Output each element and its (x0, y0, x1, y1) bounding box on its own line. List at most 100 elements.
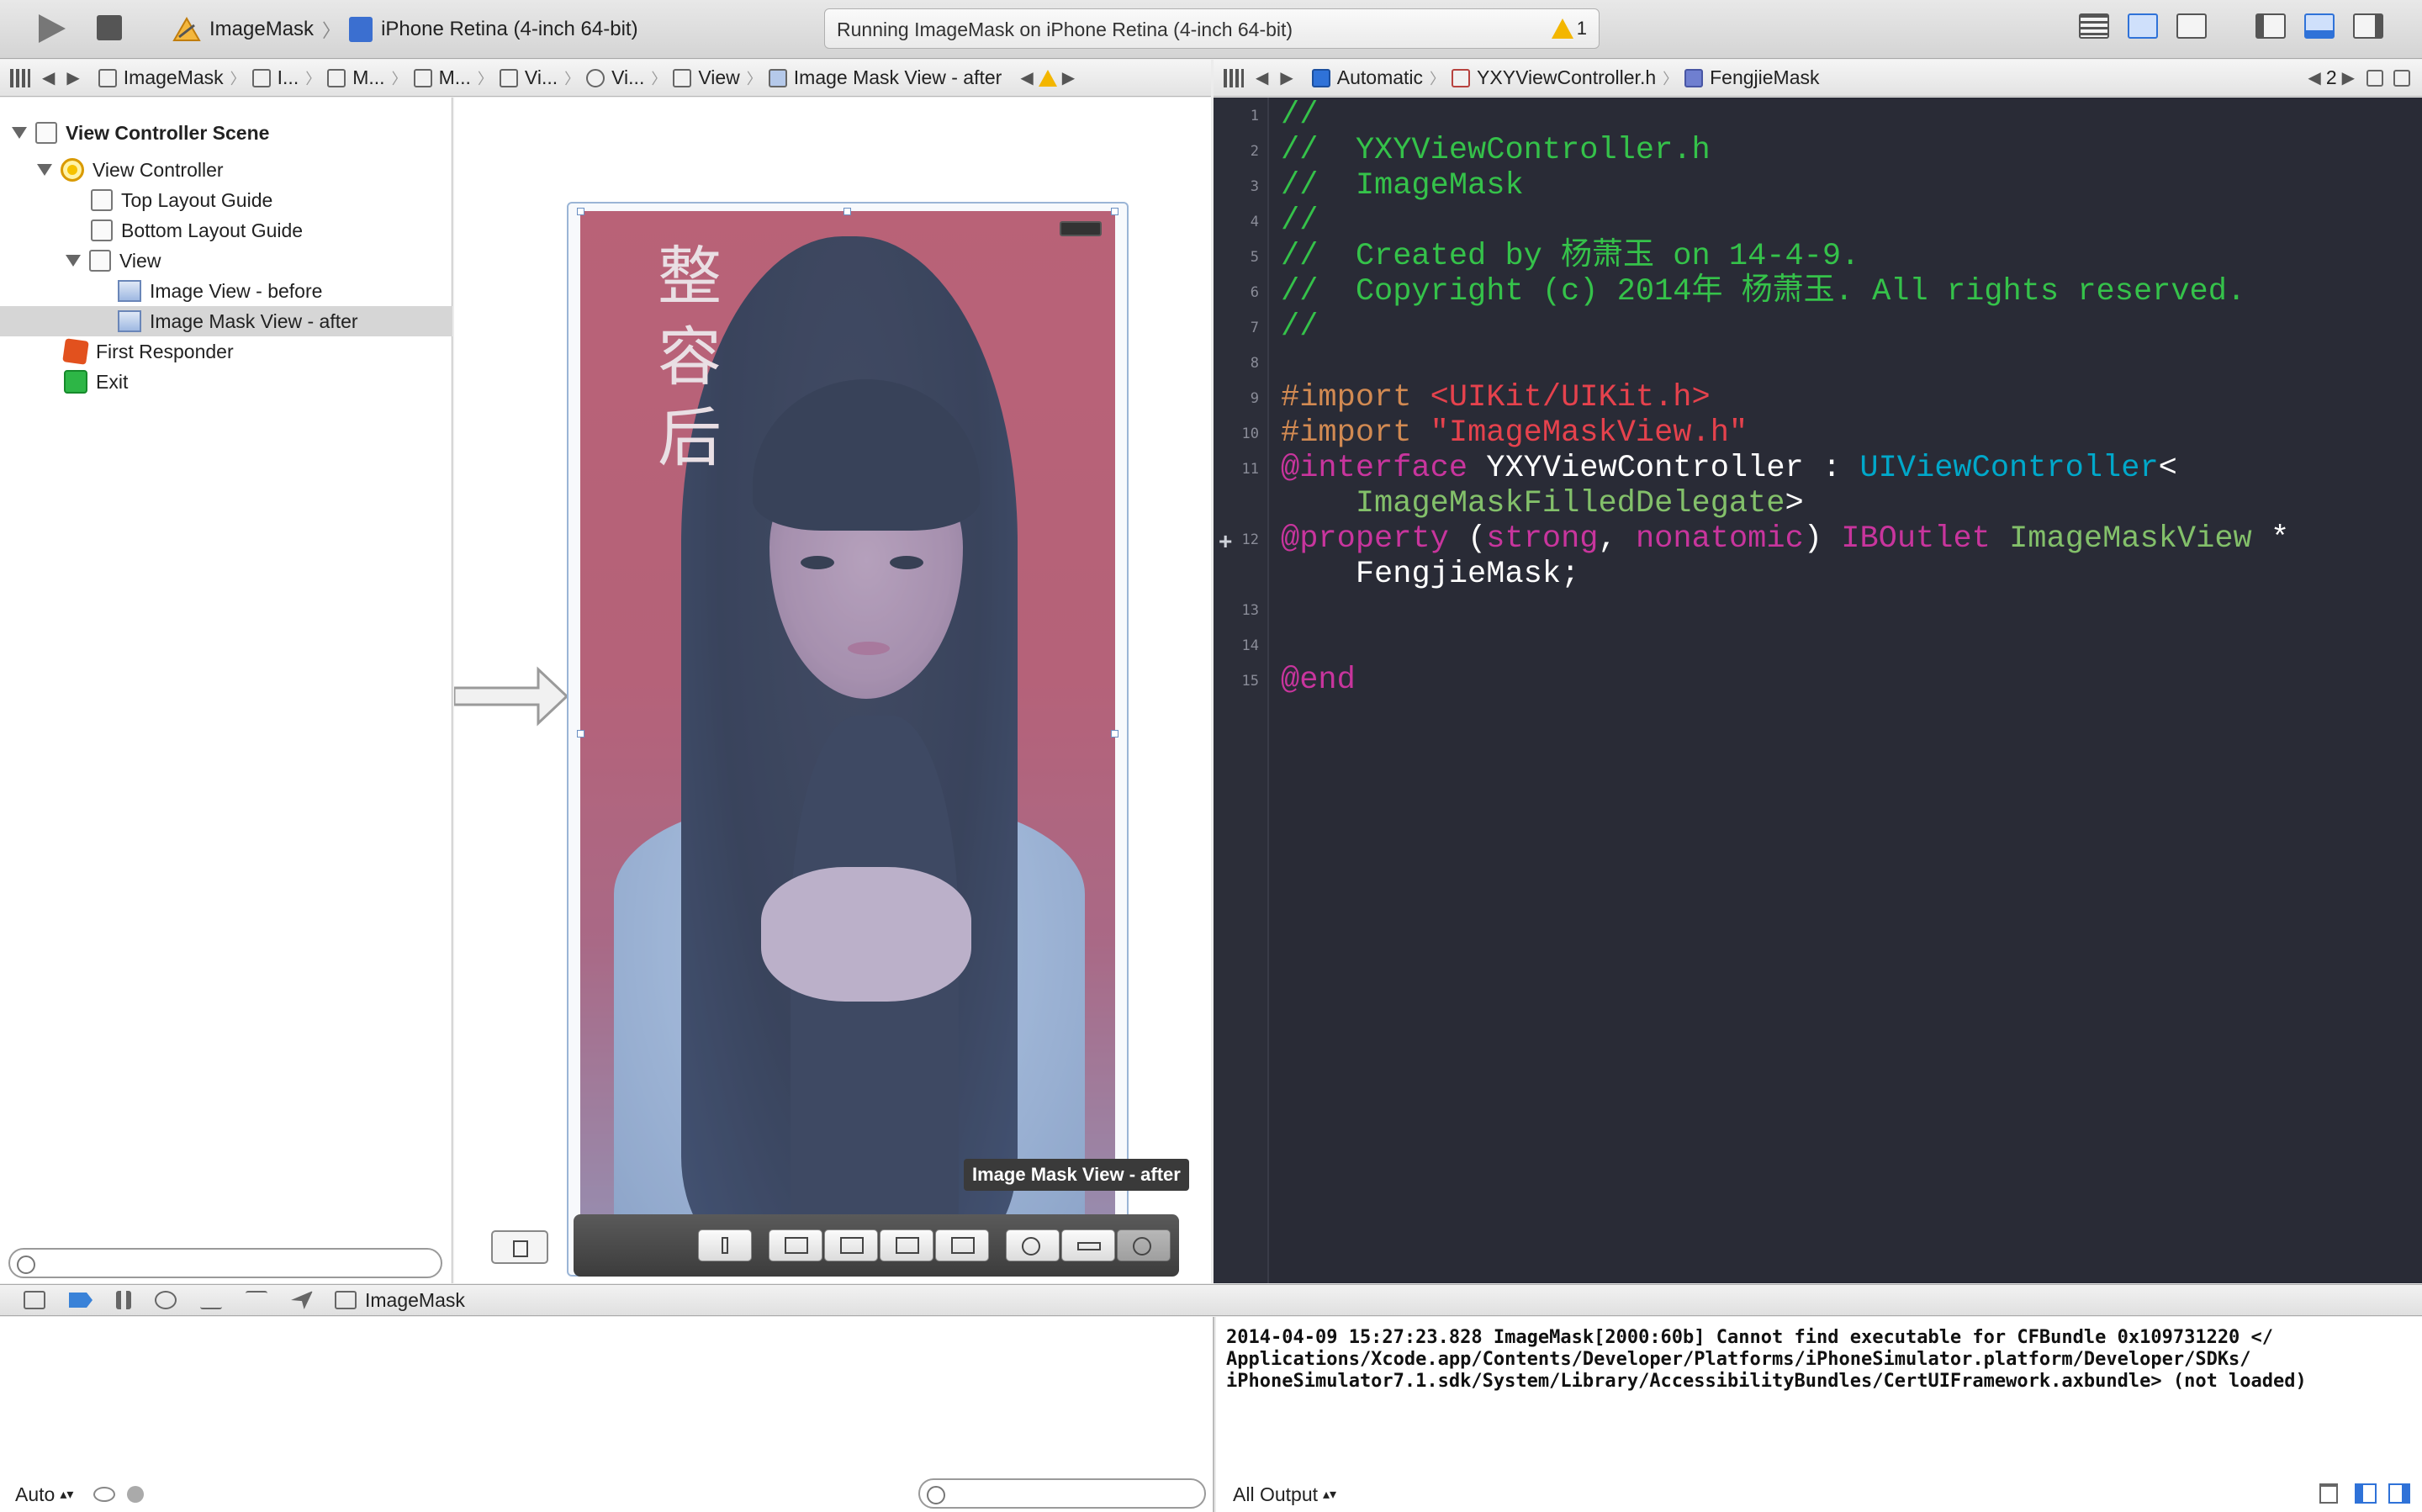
code-punct: < (2158, 451, 2177, 486)
constraint-toggle-button[interactable] (698, 1229, 752, 1261)
code-punct: ( (1467, 521, 1487, 557)
related-items-icon[interactable] (1224, 68, 1244, 87)
line-number: 14 (1241, 637, 1259, 654)
console-view[interactable]: 2014-04-09 15:27:23.828 ImageMask[2000:6… (1216, 1317, 2422, 1512)
split-left-icon[interactable] (2355, 1483, 2377, 1504)
line-number: 11 (1241, 461, 1259, 478)
eye-icon[interactable] (93, 1487, 116, 1502)
xcode-window: ImageMask 〉 iPhone Retina (4-inch 64-bit… (0, 0, 2422, 1512)
close-editor-icon[interactable] (2393, 69, 2410, 87)
storyboard-canvas[interactable]: 整容后 (454, 98, 1211, 1283)
outline-view[interactable]: View (66, 246, 161, 276)
navigator-toggle[interactable] (2255, 13, 2289, 44)
resize-handle[interactable] (1111, 730, 1118, 737)
device-name: iPhone Retina (4-inch 64-bit) (381, 18, 638, 40)
related-items-icon[interactable] (10, 68, 30, 87)
chevron-right-icon: 〉 (230, 70, 246, 87)
warning-indicator[interactable]: 1 (1551, 18, 1587, 40)
resizing-button[interactable] (935, 1229, 989, 1261)
run-icon[interactable] (34, 12, 69, 45)
code-protocol: ImageMaskFilledDelegate (1355, 486, 1785, 521)
breakpoints-toggle-icon[interactable] (69, 1293, 93, 1308)
location-icon[interactable] (291, 1291, 313, 1309)
resolve-button[interactable] (880, 1229, 933, 1261)
outline-bottom-layout-guide[interactable]: Bottom Layout Guide (91, 215, 303, 246)
step-into-icon[interactable] (200, 1291, 222, 1309)
back-arrow-icon[interactable]: ◀ (1244, 67, 1280, 88)
previous-issue-icon[interactable]: ◀ (1008, 67, 1038, 88)
jump-item-property[interactable]: FengjieMask (1678, 66, 1826, 89)
align-button[interactable] (769, 1229, 822, 1261)
trash-icon[interactable] (2319, 1483, 2338, 1504)
previous-counterpart-icon[interactable]: ◀ (2303, 67, 2325, 88)
version-editor-button[interactable] (2176, 13, 2210, 44)
zoom-actual-button[interactable] (1061, 1229, 1115, 1261)
hide-debug-area-icon[interactable] (24, 1291, 45, 1309)
pin-button[interactable] (824, 1229, 878, 1261)
disclosure-triangle-icon[interactable] (66, 255, 81, 267)
outline-first-responder[interactable]: First Responder (62, 336, 234, 367)
outline-view-controller[interactable]: View Controller (37, 155, 224, 185)
debug-area-toggle[interactable] (2304, 13, 2338, 44)
code-variable: FengjieMask; (1355, 557, 1580, 592)
disclosure-triangle-icon[interactable] (37, 164, 52, 176)
image-mask-view[interactable]: 整容后 (580, 211, 1115, 1259)
stop-button[interactable] (97, 15, 122, 40)
jump-item-controller[interactable]: Vi... (579, 66, 651, 89)
split-right-icon[interactable] (2388, 1483, 2410, 1504)
scheme-selector[interactable]: ImageMask 〉 iPhone Retina (4-inch 64-bit… (172, 15, 638, 44)
outline-exit[interactable]: Exit (64, 367, 128, 397)
console-scope-popup[interactable]: All Output ▴▾ (1233, 1477, 1336, 1512)
line-number: 13 (1241, 602, 1259, 619)
jump-item-view[interactable]: View (666, 66, 746, 89)
outline-top-layout-guide[interactable]: Top Layout Guide (91, 185, 272, 215)
code-string: <UIKit/UIKit.h> (1430, 380, 1711, 415)
source-editor[interactable]: 1 2 3 4 5 6 7 8 9 10 11 12 13 14 15 + //… (1214, 98, 2422, 1283)
resize-handle[interactable] (577, 730, 584, 737)
entry-point-arrow-icon (454, 666, 569, 727)
resize-handle[interactable] (843, 208, 851, 215)
variables-filter-field[interactable] (918, 1478, 1206, 1509)
resize-handle[interactable] (577, 208, 584, 215)
pause-icon[interactable] (116, 1291, 131, 1309)
info-icon[interactable] (127, 1486, 145, 1503)
zoom-out-button[interactable] (1006, 1229, 1060, 1261)
scheme-name: ImageMask (209, 18, 315, 40)
step-out-icon[interactable] (246, 1291, 267, 1309)
assistant-editor-button[interactable] (2128, 13, 2161, 44)
step-over-icon[interactable] (155, 1291, 177, 1309)
status-text: Running ImageMask on iPhone Retina (4-in… (837, 19, 1293, 40)
back-arrow-icon[interactable]: ◀ (30, 67, 66, 88)
forward-arrow-icon[interactable]: ▶ (1280, 67, 1304, 88)
jump-item-folder[interactable]: I... (246, 66, 306, 89)
outline-image-view-before[interactable]: Image View - before (118, 276, 322, 306)
outline-image-mask-view-after[interactable]: Image Mask View - after (0, 306, 452, 336)
connection-plus-icon[interactable]: + (1219, 528, 1232, 555)
zoom-in-button[interactable] (1117, 1229, 1171, 1261)
outline-scene[interactable]: View Controller Scene (12, 118, 269, 148)
outline-filter-field[interactable] (8, 1248, 442, 1278)
disclosure-triangle-icon[interactable] (12, 127, 27, 139)
show-outline-button[interactable] (491, 1230, 548, 1264)
forward-arrow-icon[interactable]: ▶ (66, 67, 91, 88)
next-issue-icon[interactable]: ▶ (1057, 67, 1080, 88)
jump-item-project[interactable]: ImageMask (92, 66, 230, 89)
chevron-right-icon: 〉 (1663, 70, 1679, 87)
code-keyword: nonatomic (1635, 521, 1804, 557)
standard-editor-button[interactable] (2079, 13, 2113, 44)
add-editor-icon[interactable] (2366, 69, 2383, 87)
jump-item-image-mask[interactable]: Image Mask View - after (762, 66, 1009, 89)
vars-scope-popup[interactable]: Auto ▴▾ (15, 1477, 145, 1512)
jump-label: Vi... (611, 66, 645, 88)
resize-handle[interactable] (1111, 208, 1118, 215)
jump-item-storyboard-base[interactable]: M... (407, 66, 478, 89)
jump-label: View (698, 66, 740, 88)
next-counterpart-icon[interactable]: ▶ (2337, 67, 2360, 88)
jump-item-automatic[interactable]: Automatic (1305, 66, 1430, 89)
jump-item-storyboard[interactable]: M... (320, 66, 391, 89)
jump-item-header-file[interactable]: YXYViewController.h (1445, 66, 1663, 89)
warning-icon[interactable] (1038, 69, 1057, 87)
jump-item-scene[interactable]: Vi... (493, 66, 564, 89)
code-content[interactable]: // // YXYViewController.h // ImageMask /… (1281, 98, 2289, 698)
utilities-toggle[interactable] (2353, 13, 2387, 44)
